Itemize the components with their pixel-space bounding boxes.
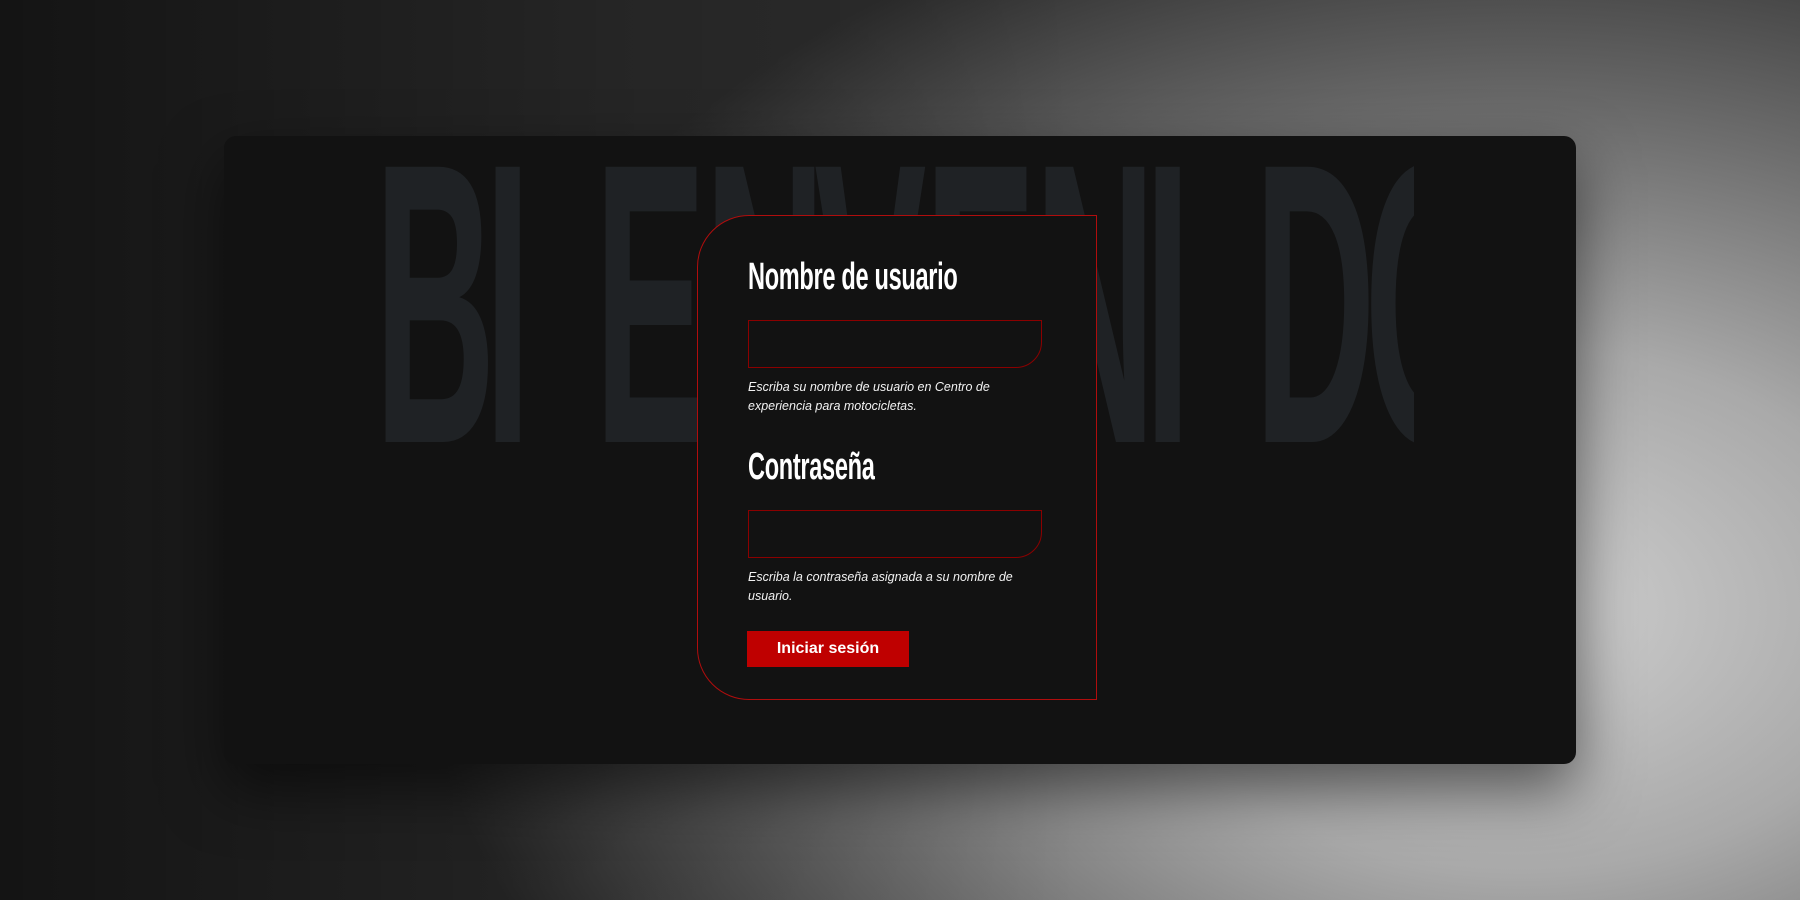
watermark-letter: E (594, 136, 707, 474)
password-hint: Escriba la contraseña asignada a su nomb… (748, 570, 1013, 603)
watermark-letter: I (484, 136, 531, 474)
watermark-letter: O (1364, 136, 1414, 474)
login-panel: BIENVENIDO Nombre de usuario Escriba su … (224, 136, 1576, 764)
login-button[interactable]: Iniciar sesión (747, 631, 909, 667)
username-input[interactable] (748, 320, 1042, 368)
watermark-letter: D (1254, 136, 1376, 474)
watermark-letter: I (1144, 136, 1191, 474)
username-label: Nombre de usuario (748, 256, 958, 298)
password-label: Contraseña (748, 446, 875, 488)
watermark-letter: B (374, 136, 496, 474)
password-input[interactable] (748, 510, 1042, 558)
username-hint: Escriba su nombre de usuario en Centro d… (748, 380, 990, 413)
login-card: Nombre de usuario Escriba su nombre de u… (697, 215, 1097, 700)
